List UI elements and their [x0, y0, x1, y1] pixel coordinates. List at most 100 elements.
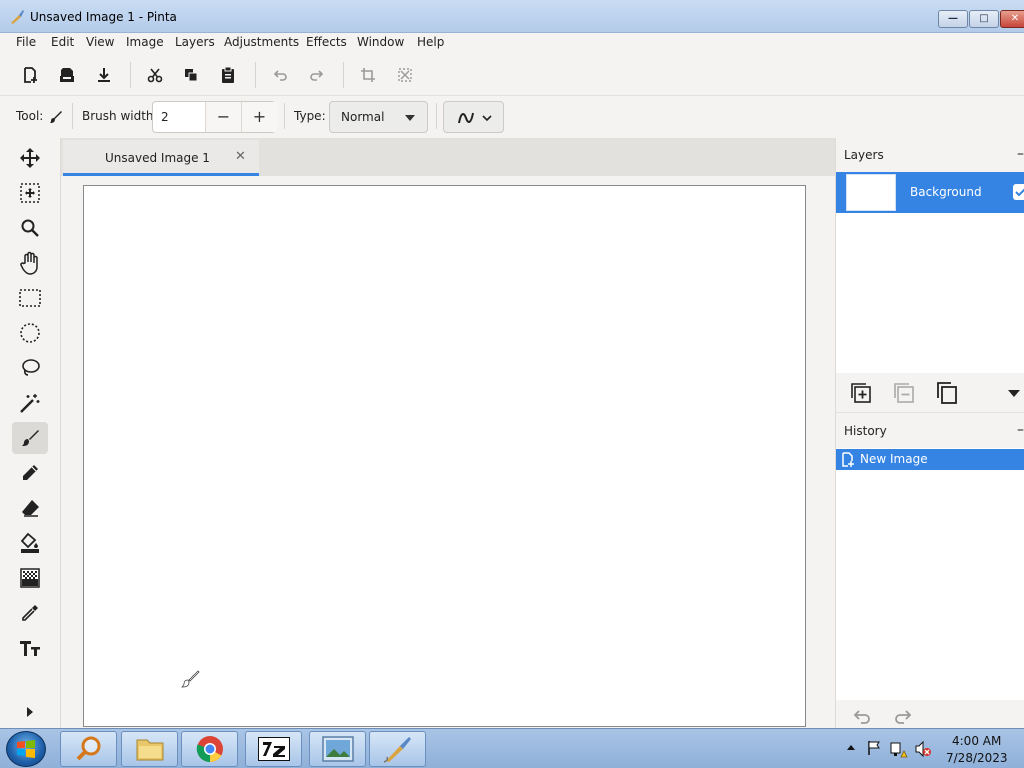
taskbar-explorer[interactable] [121, 731, 178, 767]
taskbar-7zip[interactable] [245, 731, 302, 767]
network-warning-icon[interactable] [890, 740, 908, 758]
open-icon [60, 68, 74, 82]
pinta-app-icon [383, 737, 411, 763]
chevron-down-icon [405, 115, 415, 121]
download-icon [98, 68, 110, 82]
brush-width-increment-button[interactable]: + [241, 102, 277, 132]
main-toolbar [0, 54, 1024, 96]
clock-time[interactable]: 4:00 AM [952, 734, 1001, 748]
image-canvas[interactable] [83, 185, 806, 727]
taskbar-pinta[interactable] [369, 731, 426, 767]
folder-icon [136, 739, 163, 761]
tool-move-selected[interactable] [12, 142, 48, 174]
menu-layers[interactable]: Layers [175, 35, 215, 49]
copy-button[interactable] [180, 64, 202, 86]
save-button[interactable] [93, 64, 115, 86]
layers-panel-header: Layers – [836, 138, 1024, 172]
gradient-icon [20, 568, 40, 588]
minimize-panel-icon[interactable]: – [1017, 422, 1024, 438]
minimize-button[interactable]: — [938, 10, 968, 28]
start-button[interactable] [6, 731, 46, 767]
menu-image[interactable]: Image [126, 35, 164, 49]
eraser-icon [22, 500, 39, 517]
volume-muted-icon[interactable] [914, 740, 932, 758]
history-item-label: New Image [860, 452, 928, 466]
taskbar-image-viewer[interactable] [309, 731, 366, 767]
chevron-right-icon [27, 707, 33, 717]
tool-lasso-select[interactable] [12, 352, 48, 384]
redo-button[interactable] [306, 64, 328, 86]
tool-paint-bucket[interactable] [12, 527, 48, 559]
tool-label: Tool: [16, 109, 44, 123]
tools-expand-button[interactable] [20, 702, 40, 722]
clock-date[interactable]: 7/28/2023 [946, 751, 1008, 765]
new-image-button[interactable] [19, 64, 41, 86]
menu-help[interactable]: Help [417, 35, 444, 49]
deselect-button[interactable] [394, 64, 416, 86]
scissors-icon [147, 68, 163, 83]
crop-button[interactable] [357, 64, 379, 86]
tool-move-selection[interactable] [12, 177, 48, 209]
brush-width-label: Brush width: [82, 109, 158, 123]
tool-zoom[interactable] [12, 212, 48, 244]
toolbar-separator [343, 62, 344, 88]
menu-edit[interactable]: Edit [51, 35, 74, 49]
delete-layer-icon[interactable] [894, 383, 914, 403]
tool-eraser[interactable] [12, 492, 48, 524]
menu-effects[interactable]: Effects [306, 35, 347, 49]
layers-panel-title: Layers [844, 148, 884, 162]
tool-rectangle-select[interactable] [12, 282, 48, 314]
show-hidden-icons-icon[interactable] [846, 743, 856, 751]
brush-type-dropdown[interactable]: Normal [329, 101, 428, 133]
chrome-icon [196, 736, 223, 763]
duplicate-layer-icon[interactable] [936, 382, 958, 404]
history-item[interactable]: New Image [836, 449, 1024, 470]
layer-visibility-checkbox[interactable] [1013, 184, 1024, 200]
open-button[interactable] [56, 64, 78, 86]
chevron-down-icon[interactable] [1008, 390, 1020, 398]
minimize-panel-icon[interactable]: – [1017, 146, 1024, 162]
tool-pencil[interactable] [12, 457, 48, 489]
close-button[interactable]: ✕ [1000, 10, 1024, 28]
taskbar-search-app[interactable] [60, 731, 117, 767]
taskbar-chrome[interactable] [181, 731, 238, 767]
tool-text[interactable] [12, 632, 48, 664]
undo-button[interactable] [269, 64, 291, 86]
lasso-icon [22, 359, 40, 376]
layer-thumbnail [846, 174, 896, 211]
paintbrush-icon [22, 430, 39, 446]
menu-file[interactable]: File [16, 35, 36, 49]
document-tab[interactable]: Unsaved Image 1 ✕ [63, 140, 259, 176]
magic-wand-icon [20, 394, 40, 413]
maximize-button[interactable]: □ [969, 10, 999, 28]
antialiasing-dropdown[interactable] [443, 101, 504, 133]
title-bar: Unsaved Image 1 - Pinta — □ ✕ [0, 0, 1024, 33]
new-file-icon [842, 452, 854, 467]
tool-paintbrush[interactable] [12, 422, 48, 454]
action-center-flag-icon[interactable] [866, 740, 882, 756]
close-tab-icon[interactable]: ✕ [235, 149, 246, 164]
tool-color-picker[interactable] [12, 597, 48, 629]
tool-magic-wand[interactable] [12, 387, 48, 419]
brush-width-spinner[interactable]: 2 − + [152, 101, 277, 133]
history-actions-bar [836, 700, 1024, 728]
tool-ellipse-select[interactable] [12, 317, 48, 349]
tool-gradient[interactable] [12, 562, 48, 594]
windows-logo-icon [17, 740, 35, 758]
add-layer-icon[interactable] [851, 383, 871, 403]
layer-row[interactable]: Background [836, 172, 1024, 213]
paste-button[interactable] [217, 64, 239, 86]
tool-pan[interactable] [12, 247, 48, 279]
brush-width-decrement-button[interactable]: − [205, 102, 241, 132]
undo-icon[interactable] [851, 709, 871, 725]
menu-adjustments[interactable]: Adjustments [224, 35, 299, 49]
redo-icon[interactable] [894, 709, 914, 725]
redo-icon [310, 70, 324, 81]
cut-button[interactable] [144, 64, 166, 86]
menu-window[interactable]: Window [357, 35, 404, 49]
menu-view[interactable]: View [86, 35, 114, 49]
rectangle-select-icon [19, 289, 41, 307]
undo-icon [273, 70, 287, 81]
taskbar: 4:00 AM 7/28/2023 [0, 728, 1024, 768]
brush-width-value[interactable]: 2 [161, 110, 169, 124]
